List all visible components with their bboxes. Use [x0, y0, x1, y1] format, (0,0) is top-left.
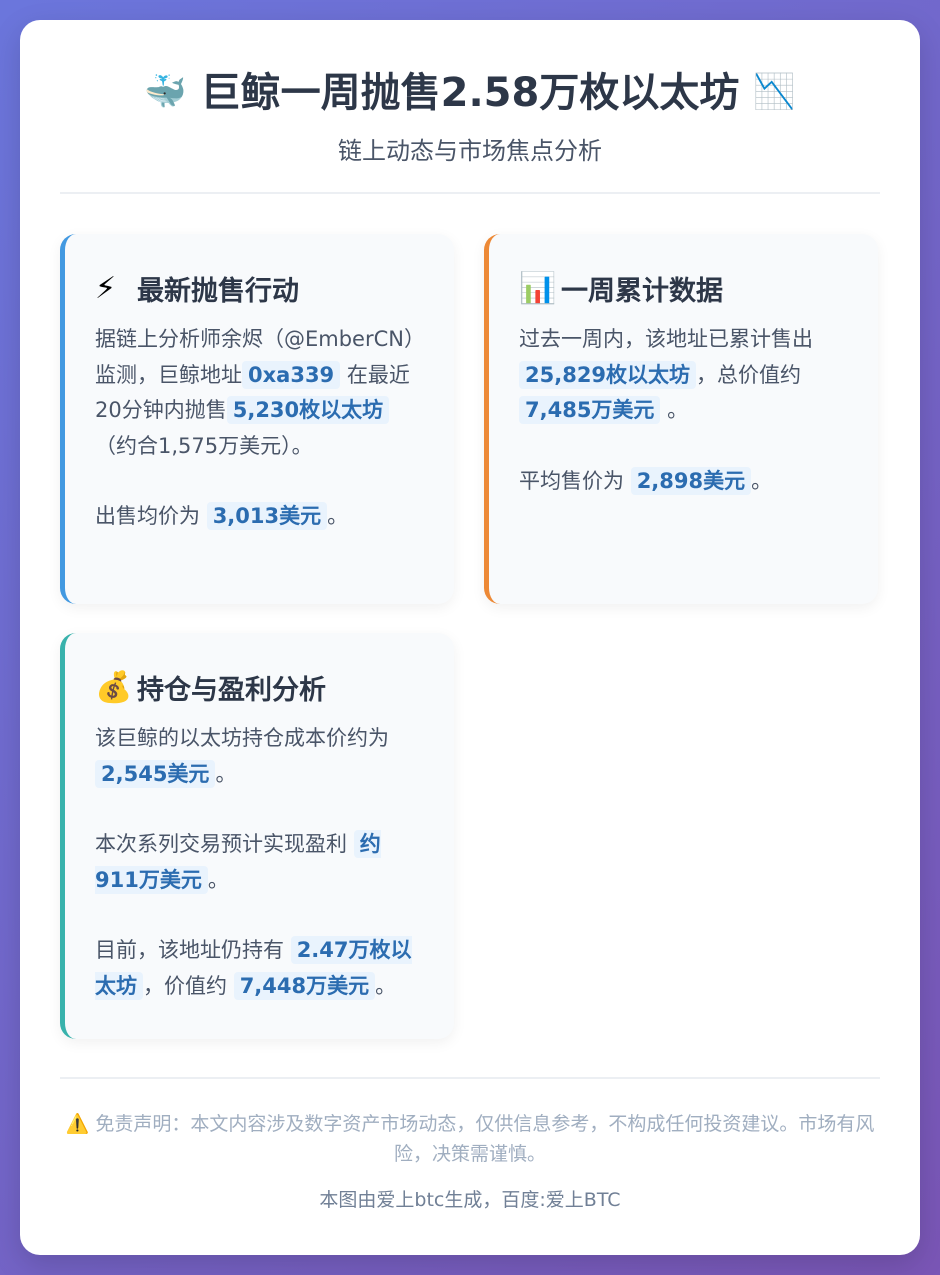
whale-icon: 🐳 [144, 72, 187, 112]
highlight-value: 7,448万美元 [233, 971, 376, 1000]
text: 。 [375, 973, 397, 998]
header: 🐳 巨鲸一周抛售2.58万枚以太坊 📉 链上动态与市场焦点分析 [60, 20, 880, 194]
card-paragraph: 本次系列交易预计实现盈利 约911万美元。 [95, 827, 424, 898]
card-title: 持仓与盈利分析 [137, 674, 326, 706]
warning-icon: ⚠️ [65, 1113, 90, 1135]
card-weekly-data: 📊 一周累计数据 过去一周内，该地址已累计售出 25,829枚以太坊 ，总价值约 7,… [484, 234, 878, 604]
text: 。 [667, 398, 689, 422]
card-paragraph: 平均售价为 2,898美元。 [519, 464, 848, 500]
highlight-cost: 2,545美元 [95, 759, 216, 788]
money-bag-icon: 💰 [95, 669, 133, 705]
card-header: ⚡ 最新抛售行动 [95, 268, 424, 308]
text: 该巨鲸的以太坊持仓成本价约为 [95, 726, 389, 750]
highlight-address: 0xa339 [242, 360, 341, 389]
highlight-amount: 5,230枚以太坊 [226, 396, 390, 424]
text: 本次系列交易预计实现盈利 [95, 832, 347, 856]
highlight-price: 3,013美元 [206, 502, 328, 530]
chart-down-icon: 📉 [753, 72, 796, 112]
card-paragraph: 该巨鲸的以太坊持仓成本价约为 2,545美元。 [95, 721, 424, 792]
card-paragraph: 过去一周内，该地址已累计售出 25,829枚以太坊 ，总价值约 7,485万美元 。 [519, 322, 848, 429]
highlight-price: 2,898美元 [630, 466, 752, 495]
card-holdings-profit: 💰 持仓与盈利分析 该巨鲸的以太坊持仓成本价约为2,545美元。 本次系列交易预… [60, 633, 454, 1039]
footer: ⚠️ 免责声明：本文内容涉及数字资产市场动态，仅供信息参考，不构成任何投资建议。… [60, 1077, 880, 1215]
text: 目前，该地址仍持有 [95, 938, 284, 962]
bar-chart-icon: 📊 [519, 270, 557, 306]
disclaimer-text: 免责声明：本文内容涉及数字资产市场动态，仅供信息参考，不构成任何投资建议。市场有… [95, 1113, 875, 1165]
card-paragraph: 出售均价为 3,013美元。 [95, 499, 424, 535]
page-subtitle: 链上动态与市场焦点分析 [338, 137, 602, 165]
text: 出售均价为 [95, 504, 200, 528]
text: 过去一周内，该地址已累计售出 [519, 327, 813, 351]
highlight-value: 7,485万美元 [519, 396, 661, 424]
text: ，总价值约 [696, 362, 802, 387]
card-title: 最新抛售行动 [137, 275, 299, 307]
page-title-text: 巨鲸一周抛售2.58万枚以太坊 [200, 70, 740, 116]
text: 平均售价为 [519, 468, 624, 493]
card-header: 📊 一周累计数据 [519, 268, 848, 308]
highlight-amount: 25,829枚以太坊 [519, 360, 697, 389]
card-paragraph: 目前，该地址仍持有 2.47万枚以太坊 ，价值约 7,448万美元。 [95, 933, 424, 1004]
text: ，价值约 [143, 973, 227, 998]
card-header: 💰 持仓与盈利分析 [95, 667, 424, 707]
text: 。 [327, 504, 349, 528]
card-paragraph: 据链上分析师余烬（@EmberCN）监测，巨鲸地址 0xa339 在最近20分钟内… [95, 322, 424, 464]
card-title: 一周累计数据 [561, 275, 723, 307]
lightning-icon: ⚡ [95, 270, 117, 306]
report-card: 🐳 巨鲸一周抛售2.58万枚以太坊 📉 链上动态与市场焦点分析 ⚡ 最新抛售行动… [20, 20, 920, 1255]
page-title: 🐳 巨鲸一周抛售2.58万枚以太坊 📉 [60, 64, 880, 121]
text: （约合1,575万美元）。 [95, 433, 313, 458]
text: 。 [751, 468, 773, 493]
text: 。 [215, 761, 237, 786]
disclaimer: ⚠️ 免责声明：本文内容涉及数字资产市场动态，仅供信息参考，不构成任何投资建议。… [60, 1109, 880, 1169]
credit-line: 本图由爱上btc生成，百度:爱上BTC [319, 1189, 621, 1211]
text: 。 [207, 867, 229, 892]
card-latest-sale: ⚡ 最新抛售行动 据链上分析师余烬（@EmberCN）监测，巨鲸地址 0xa339… [60, 234, 454, 604]
